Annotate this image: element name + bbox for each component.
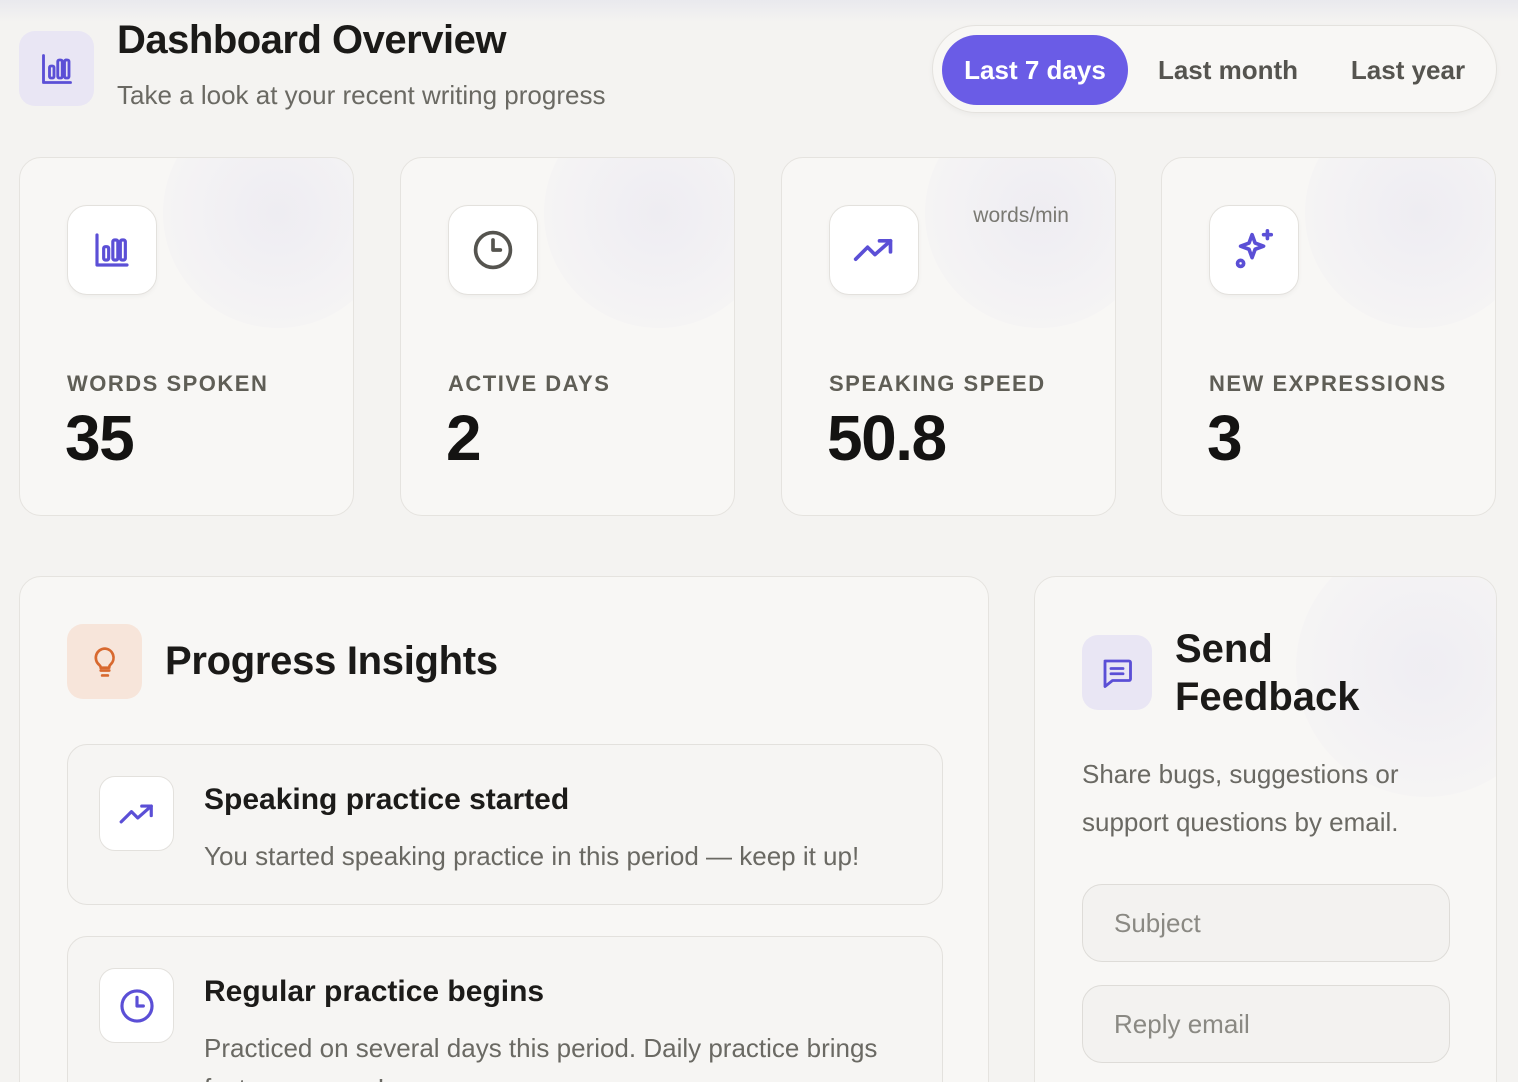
stat-value: 3 bbox=[1207, 402, 1243, 474]
trending-up-icon bbox=[99, 776, 174, 851]
stat-value: 35 bbox=[65, 402, 135, 474]
stat-label: SPEAKING SPEED bbox=[829, 371, 1046, 396]
stat-unit: words/min bbox=[973, 204, 1069, 227]
feedback-title: Send Feedback bbox=[1175, 627, 1360, 719]
stat-card-new-expressions: NEW EXPRESSIONS 3 bbox=[1161, 157, 1496, 516]
subject-input[interactable] bbox=[1082, 884, 1450, 962]
clock-icon bbox=[99, 968, 174, 1043]
insight-description: You started speaking practice in this pe… bbox=[204, 841, 860, 871]
progress-insights-panel: Progress Insights Speaking practice star… bbox=[19, 576, 989, 1082]
stat-label: WORDS SPOKEN bbox=[67, 371, 269, 396]
stat-card-speaking-speed: words/min SPEAKING SPEED 50.8 bbox=[781, 157, 1116, 516]
sparkles-icon bbox=[1209, 205, 1299, 295]
insight-title: Speaking practice started bbox=[204, 783, 570, 816]
feedback-description: Share bugs, suggestions or support quest… bbox=[1082, 759, 1399, 837]
clock-icon bbox=[448, 205, 538, 295]
date-range-switch: Last 7 days Last month Last year bbox=[932, 25, 1497, 113]
range-last-year-button[interactable]: Last year bbox=[1328, 35, 1488, 105]
bar-chart-icon bbox=[67, 205, 157, 295]
range-last-7-days-button[interactable]: Last 7 days bbox=[942, 35, 1128, 105]
stat-label: ACTIVE DAYS bbox=[448, 371, 611, 396]
insight-item: Speaking practice started You started sp… bbox=[67, 744, 943, 905]
insight-item: Regular practice begins Practiced on sev… bbox=[67, 936, 943, 1082]
trending-up-icon bbox=[829, 205, 919, 295]
stat-label: NEW EXPRESSIONS bbox=[1209, 371, 1447, 396]
insight-description: Practiced on several days this period. D… bbox=[204, 1033, 878, 1082]
insights-title: Progress Insights bbox=[165, 639, 498, 683]
stat-value: 2 bbox=[446, 402, 482, 474]
send-feedback-panel: Send Feedback Share bugs, suggestions or… bbox=[1034, 576, 1497, 1082]
page-title: Dashboard Overview bbox=[117, 18, 506, 62]
bar-chart-icon bbox=[19, 31, 94, 106]
stat-card-active-days: ACTIVE DAYS 2 bbox=[400, 157, 735, 516]
stat-value: 50.8 bbox=[827, 402, 947, 474]
message-square-icon bbox=[1082, 635, 1152, 710]
dashboard-page: Dashboard Overview Take a look at your r… bbox=[0, 0, 1518, 1082]
reply-email-input[interactable] bbox=[1082, 985, 1450, 1063]
page-subtitle: Take a look at your recent writing progr… bbox=[117, 80, 606, 110]
insight-title: Regular practice begins bbox=[204, 975, 545, 1008]
range-last-month-button[interactable]: Last month bbox=[1138, 35, 1318, 105]
lightbulb-icon bbox=[67, 624, 142, 699]
stat-card-words-spoken: WORDS SPOKEN 35 bbox=[19, 157, 354, 516]
